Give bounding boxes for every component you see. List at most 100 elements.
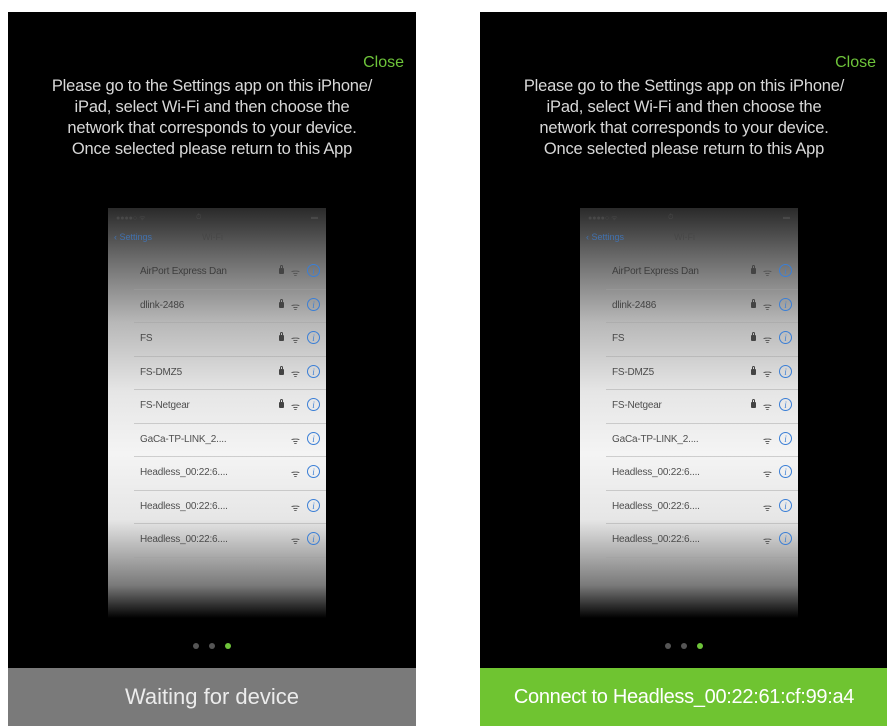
info-icon: i <box>779 498 792 512</box>
info-icon: i <box>307 465 320 478</box>
wifi-icon: ᯤ <box>762 435 772 447</box>
waiting-status-bar: Waiting for device <box>8 668 416 726</box>
page-dot[interactable] <box>209 643 215 649</box>
screen-waiting: Close Please go to the Settings app on t… <box>8 12 416 726</box>
network-row: Headless_00:22:6.... ᯤ i <box>606 491 798 524</box>
instructions-text: Please go to the Settings app on this iP… <box>488 76 880 160</box>
network-name: FS <box>140 333 153 344</box>
info-icon: i <box>779 532 792 545</box>
instructions-text: Please go to the Settings app on this iP… <box>16 76 408 160</box>
network-name: Headless_00:22:6.... <box>140 534 228 545</box>
status-bar: ●●●●○ ᯤ ⏱ ▬ <box>116 214 318 224</box>
wifi-icon: ᯤ <box>290 435 300 447</box>
network-name: GaCa-TP-LINK_2.... <box>612 433 699 445</box>
page-dot[interactable] <box>665 643 671 649</box>
clock-icon: ⏱ <box>196 214 202 221</box>
wifi-icon: ᯤ <box>290 301 300 313</box>
network-row: GaCa-TP-LINK_2.... ᯤ i <box>606 424 798 457</box>
lock-icon <box>751 265 756 274</box>
clock-icon: ⏱ <box>668 214 674 221</box>
network-list: AirPort Express Dan ᯤ i dlink-2486 ᯤ i FS ᯤ i … <box>580 256 798 558</box>
page-indicator <box>480 636 887 654</box>
battery-icon: ▬ <box>783 214 790 221</box>
nav-bar: ‹ Settings Wi-Fi <box>114 232 320 250</box>
info-icon: i <box>307 532 320 545</box>
network-row: dlink-2486 ᯤ i <box>606 290 798 323</box>
page-indicator <box>8 636 416 654</box>
network-row: Headless_00:22:6.... ᯤ i <box>134 457 326 491</box>
lock-icon <box>751 332 756 341</box>
lock-icon <box>279 332 284 341</box>
instruction-line: Once selected please return to this App <box>71 140 353 158</box>
lock-icon <box>751 298 756 308</box>
network-row: AirPort Express Dan ᯤ i <box>606 256 798 290</box>
network-name: FS <box>612 333 625 344</box>
instruction-line: iPad, select Wi-Fi and then choose the <box>74 98 350 116</box>
info-icon: i <box>779 264 792 277</box>
info-icon: i <box>307 431 320 445</box>
info-icon: i <box>307 331 320 344</box>
page-dot[interactable] <box>193 643 199 649</box>
network-name: FS-Netgear <box>612 400 662 411</box>
lock-icon <box>751 399 756 408</box>
network-name: dlink-2486 <box>140 299 185 311</box>
wifi-icon: ᯤ <box>762 402 772 413</box>
instruction-line: iPad, select Wi-Fi and then choose the <box>546 98 822 116</box>
back-label: Settings <box>119 232 153 242</box>
info-icon: i <box>307 498 320 512</box>
network-name: Headless_00:22:6.... <box>140 500 228 512</box>
wifi-settings-illustration: ●●●●○ ᯤ ⏱ ▬ ‹ Settings Wi-Fi AirPort Exp… <box>580 208 798 618</box>
close-button[interactable]: Close <box>835 54 876 72</box>
wifi-icon: ᯤ <box>290 536 300 547</box>
page-dot-active[interactable] <box>225 643 231 649</box>
network-row: GaCa-TP-LINK_2.... ᯤ i <box>134 424 326 457</box>
nav-title: Wi-Fi <box>202 232 223 242</box>
network-row: Headless_00:22:6.... ᯤ i <box>606 524 798 558</box>
nav-bar: ‹ Settings Wi-Fi <box>586 232 792 250</box>
info-icon: i <box>779 465 792 478</box>
network-name: GaCa-TP-LINK_2.... <box>140 433 227 445</box>
instruction-line: Please go to the Settings app on this iP… <box>523 77 845 95</box>
wifi-icon: ᯤ <box>762 335 772 346</box>
info-icon: i <box>779 398 792 411</box>
page-dot-active[interactable] <box>697 643 703 649</box>
back-label: Settings <box>591 232 625 242</box>
wifi-icon: ᯤ <box>762 268 772 279</box>
signal-icon: ●●●●○ ᯤ <box>116 215 146 222</box>
battery-icon: ▬ <box>311 214 318 221</box>
lock-icon <box>279 365 284 375</box>
network-row: FS ᯤ i <box>606 323 798 357</box>
network-name: FS-DMZ5 <box>140 366 182 378</box>
connect-button[interactable]: Connect to Headless_00:22:61:cf:99:a4 <box>480 668 887 726</box>
wifi-icon: ᯤ <box>290 469 300 480</box>
lock-icon <box>279 265 284 274</box>
network-list: AirPort Express Dan ᯤ i dlink-2486 ᯤ i FS ᯤ i … <box>108 256 326 558</box>
wifi-icon: ᯤ <box>762 469 772 480</box>
info-icon: i <box>307 297 320 311</box>
network-row: FS-Netgear ᯤ i <box>606 390 798 424</box>
close-button[interactable]: Close <box>363 54 404 72</box>
lock-icon <box>279 399 284 408</box>
network-row: Headless_00:22:6.... ᯤ i <box>606 457 798 491</box>
network-name: Headless_00:22:6.... <box>140 467 228 478</box>
network-name: AirPort Express Dan <box>612 266 699 277</box>
network-row: FS-DMZ5 ᯤ i <box>606 357 798 390</box>
network-name: FS-Netgear <box>140 400 190 411</box>
info-icon: i <box>779 297 792 311</box>
page-dot[interactable] <box>681 643 687 649</box>
network-name: FS-DMZ5 <box>612 366 654 378</box>
wifi-settings-illustration: ●●●●○ ᯤ ⏱ ▬ ‹ Settings Wi-Fi AirPort Exp… <box>108 208 326 618</box>
info-icon: i <box>779 431 792 445</box>
lock-icon <box>279 298 284 308</box>
network-row: FS-Netgear ᯤ i <box>134 390 326 424</box>
network-row: Headless_00:22:6.... ᯤ i <box>134 524 326 558</box>
status-bar: ●●●●○ ᯤ ⏱ ▬ <box>588 214 790 224</box>
info-icon: i <box>779 331 792 344</box>
wifi-icon: ᯤ <box>290 368 300 380</box>
wifi-icon: ᯤ <box>762 536 772 547</box>
wifi-icon: ᯤ <box>762 502 772 514</box>
instruction-line: network that corresponds to your device. <box>67 119 357 137</box>
network-row: FS-DMZ5 ᯤ i <box>134 357 326 390</box>
info-icon: i <box>307 364 320 378</box>
network-name: AirPort Express Dan <box>140 266 227 277</box>
